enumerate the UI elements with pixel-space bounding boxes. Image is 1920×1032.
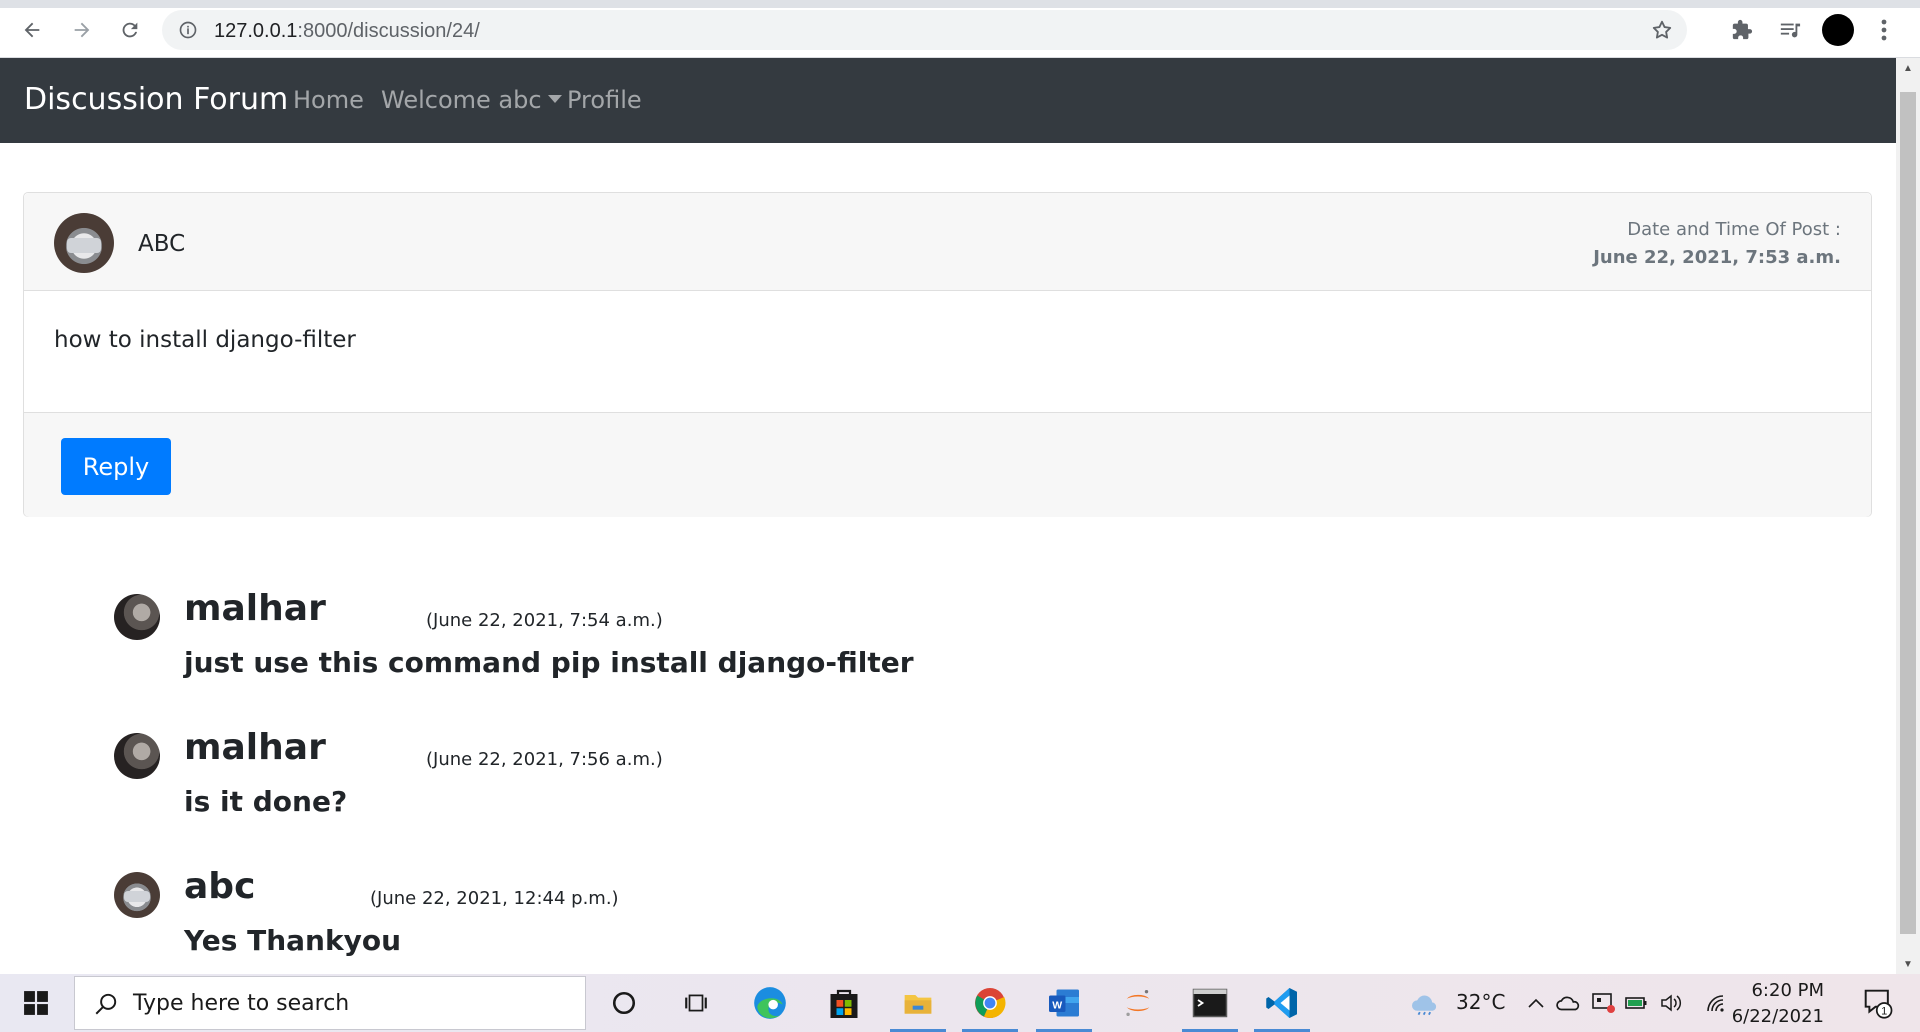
menu-kebab-icon[interactable] [1868,14,1900,46]
volume-icon[interactable] [1656,980,1686,1026]
reply-username: abc [184,866,256,907]
reply-item: abc (June 22, 2021, 12:44 p.m.) Yes Than… [114,866,1414,974]
caret-down-icon [547,95,562,103]
post-card-footer: Reply [24,412,1871,517]
reload-icon [122,22,138,38]
svg-text:W: W [1052,999,1062,1011]
reply-button[interactable]: Reply [61,438,171,495]
scroll-up-arrow-icon[interactable]: ▲ [1896,58,1920,78]
nav-welcome-dropdown[interactable]: Welcome abc [381,86,562,114]
page-scrollbar[interactable]: ▲ ▼ [1896,58,1920,974]
back-arrow-icon [24,22,40,38]
extensions-puzzle-icon[interactable] [1726,14,1758,46]
url-host: 127.0.0.1 [214,20,298,42]
jupyter-icon[interactable] [1110,980,1166,1026]
word-icon[interactable]: W [1036,980,1092,1032]
profile-avatar[interactable] [1822,14,1854,46]
forward-arrow-icon [74,22,90,38]
welcome-label: Welcome abc [381,86,542,114]
chevron-up-icon[interactable] [1524,980,1548,1026]
post-card-header: ABC Date and Time Of Post : June 22, 202… [24,193,1871,291]
reply-avatar [114,733,160,779]
clock-time[interactable]: 6:20 PM [1742,980,1824,1001]
onedrive-icon[interactable] [1554,980,1584,1026]
brand-link[interactable]: Discussion Forum [24,82,288,117]
nav-profile-link[interactable]: Profile [567,86,642,114]
post-card: ABC Date and Time Of Post : June 22, 202… [23,192,1872,517]
weather-cloud-icon[interactable] [1400,980,1450,1026]
chrome-icon[interactable] [962,980,1018,1032]
page-viewport: Discussion Forum Home Welcome abc Profil… [0,58,1896,974]
post-date: June 22, 2021, 7:53 a.m. [1593,247,1841,268]
reply-text: is it done? [184,785,348,818]
post-author-avatar [54,213,114,273]
tab-strip [0,0,1920,8]
vscode-icon[interactable] [1254,980,1310,1032]
back-button[interactable] [16,14,48,46]
post-date-label: Date and Time Of Post : [1627,219,1841,240]
notification-center-icon[interactable]: 1 [1858,980,1898,1026]
temperature[interactable]: 32°C [1456,990,1505,1014]
clock-date[interactable]: 6/22/2021 [1728,1006,1824,1027]
store-icon[interactable] [816,980,872,1026]
reply-username: malhar [184,727,326,768]
media-queue-icon[interactable] [1774,14,1806,46]
reply-text: just use this command pip install django… [184,646,914,679]
url-text[interactable]: 127.0.0.1:8000/discussion/24/ [214,20,480,43]
url-path: :8000/discussion/24/ [297,20,480,42]
reply-avatar [114,594,160,640]
reply-date: (June 22, 2021, 12:44 p.m.) [370,888,619,909]
post-content: how to install django-filter [54,327,356,353]
search-placeholder: Type here to search [133,991,350,1016]
profile-dot [1822,14,1854,46]
post-card-body: how to install django-filter [24,291,1871,412]
site-info-icon[interactable] [178,20,198,45]
file-explorer-icon[interactable] [890,980,946,1032]
network-status-icon[interactable] [1588,980,1618,1026]
reply-date: (June 22, 2021, 7:56 a.m.) [426,749,663,770]
windows-taskbar: Type here to search W 32°C 6:20 PM 6/22/… [0,974,1920,1032]
cortana-icon[interactable] [596,980,652,1026]
reply-item: malhar (June 22, 2021, 7:56 a.m.) is it … [114,727,1414,853]
reply-username: malhar [184,588,326,629]
start-button[interactable] [12,982,60,1024]
reply-avatar [114,872,160,918]
task-view-icon[interactable] [668,980,724,1026]
battery-icon[interactable] [1622,980,1652,1026]
address-bar[interactable]: 127.0.0.1:8000/discussion/24/ [162,10,1687,50]
reply-text: Yes Thankyou [184,924,402,957]
scrollbar-thumb[interactable] [1900,92,1916,934]
search-icon [93,991,119,1022]
forward-button[interactable] [66,14,98,46]
bookmark-star-icon[interactable] [1651,19,1673,46]
post-author: ABC [138,231,186,257]
browser-toolbar: 127.0.0.1:8000/discussion/24/ [0,0,1920,58]
reload-button[interactable] [114,14,146,46]
site-navbar: Discussion Forum Home Welcome abc Profil… [0,58,1896,143]
reply-item: malhar (June 22, 2021, 7:54 a.m.) just u… [114,588,1414,714]
edge-browser-icon[interactable] [742,980,798,1026]
windows-logo-icon [24,991,48,1015]
nav-home-link[interactable]: Home [293,86,364,114]
notification-count: 1 [1881,1006,1887,1018]
scroll-down-arrow-icon[interactable]: ▼ [1896,954,1920,974]
terminal-icon[interactable] [1182,980,1238,1032]
taskbar-search-input[interactable]: Type here to search [74,976,586,1030]
reply-date: (June 22, 2021, 7:54 a.m.) [426,610,663,631]
